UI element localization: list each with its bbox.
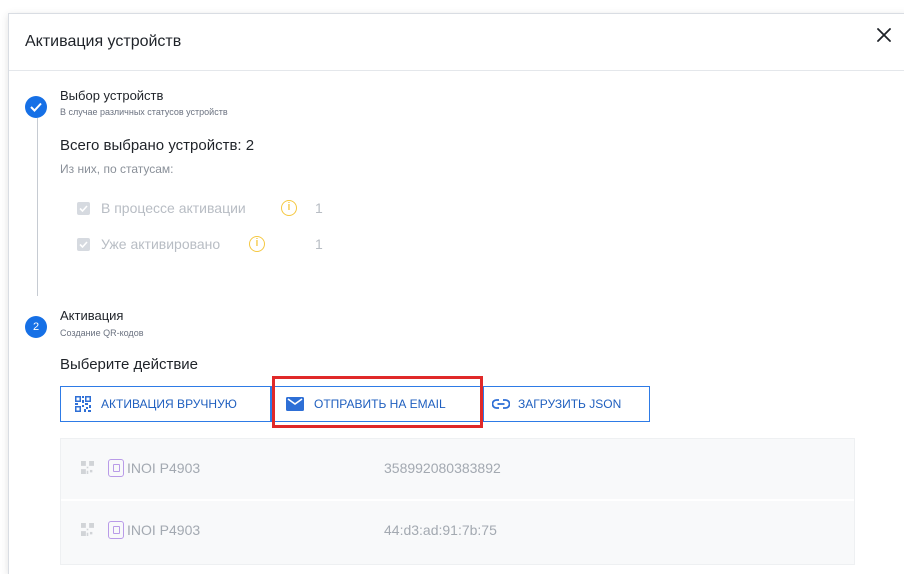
qr-code-icon: [75, 396, 91, 412]
status-label-activated: Уже активировано: [101, 236, 221, 252]
qr-code-icon: [81, 523, 94, 536]
dialog-header: Активация устройств: [9, 14, 904, 71]
step1-subtitle: В случае различных статусов устройств: [60, 107, 228, 117]
table-row[interactable]: INOI P4903 44:d3:ad:91:7b:75: [61, 499, 854, 561]
phone-icon: [108, 521, 124, 539]
choose-action-label: Выберите действие: [60, 356, 199, 373]
dialog-title: Активация устройств: [25, 33, 182, 50]
table-row[interactable]: INOI P4903 358992080383892: [61, 439, 854, 499]
step-complete-check-icon: [25, 96, 47, 118]
total-selected: Всего выбрано устройств: 2: [60, 137, 255, 154]
close-icon[interactable]: [875, 26, 893, 44]
upload-json-button[interactable]: ЗАГРУЗИТЬ JSON: [483, 386, 650, 422]
phone-icon: [108, 459, 124, 477]
device-id: 44:d3:ad:91:7b:75: [384, 522, 497, 538]
step2-number: 2: [32, 321, 40, 333]
upload-json-label: ЗАГРУЗИТЬ JSON: [518, 397, 622, 411]
info-icon[interactable]: i: [281, 200, 297, 216]
highlight-frame: [272, 376, 483, 428]
qr-code-icon: [81, 461, 94, 474]
manual-activation-button[interactable]: АКТИВАЦИЯ ВРУЧНУЮ: [60, 386, 271, 422]
link-icon: [492, 399, 510, 409]
by-status-label: Из них, по статусам:: [60, 162, 174, 176]
step1-title: Выбор устройств: [60, 88, 164, 103]
device-name: INOI P4903: [127, 522, 201, 538]
status-label-in-progress: В процессе активации: [101, 200, 246, 216]
step2-number-badge: 2: [25, 316, 47, 338]
manual-activation-label: АКТИВАЦИЯ ВРУЧНУЮ: [101, 397, 237, 411]
status-checkbox-activated[interactable]: [77, 238, 90, 251]
step-connector-line: [37, 118, 38, 296]
step2-title: Активация: [60, 308, 124, 323]
info-icon[interactable]: i: [249, 236, 265, 252]
status-checkbox-in-progress[interactable]: [77, 202, 90, 215]
step2-subtitle: Создание QR-кодов: [60, 328, 144, 338]
device-table: INOI P4903 358992080383892 INOI P4903 44…: [60, 438, 855, 565]
status-count-activated: 1: [315, 236, 323, 252]
device-id: 358992080383892: [384, 460, 501, 476]
device-name: INOI P4903: [127, 460, 201, 476]
status-count-in-progress: 1: [315, 200, 323, 216]
